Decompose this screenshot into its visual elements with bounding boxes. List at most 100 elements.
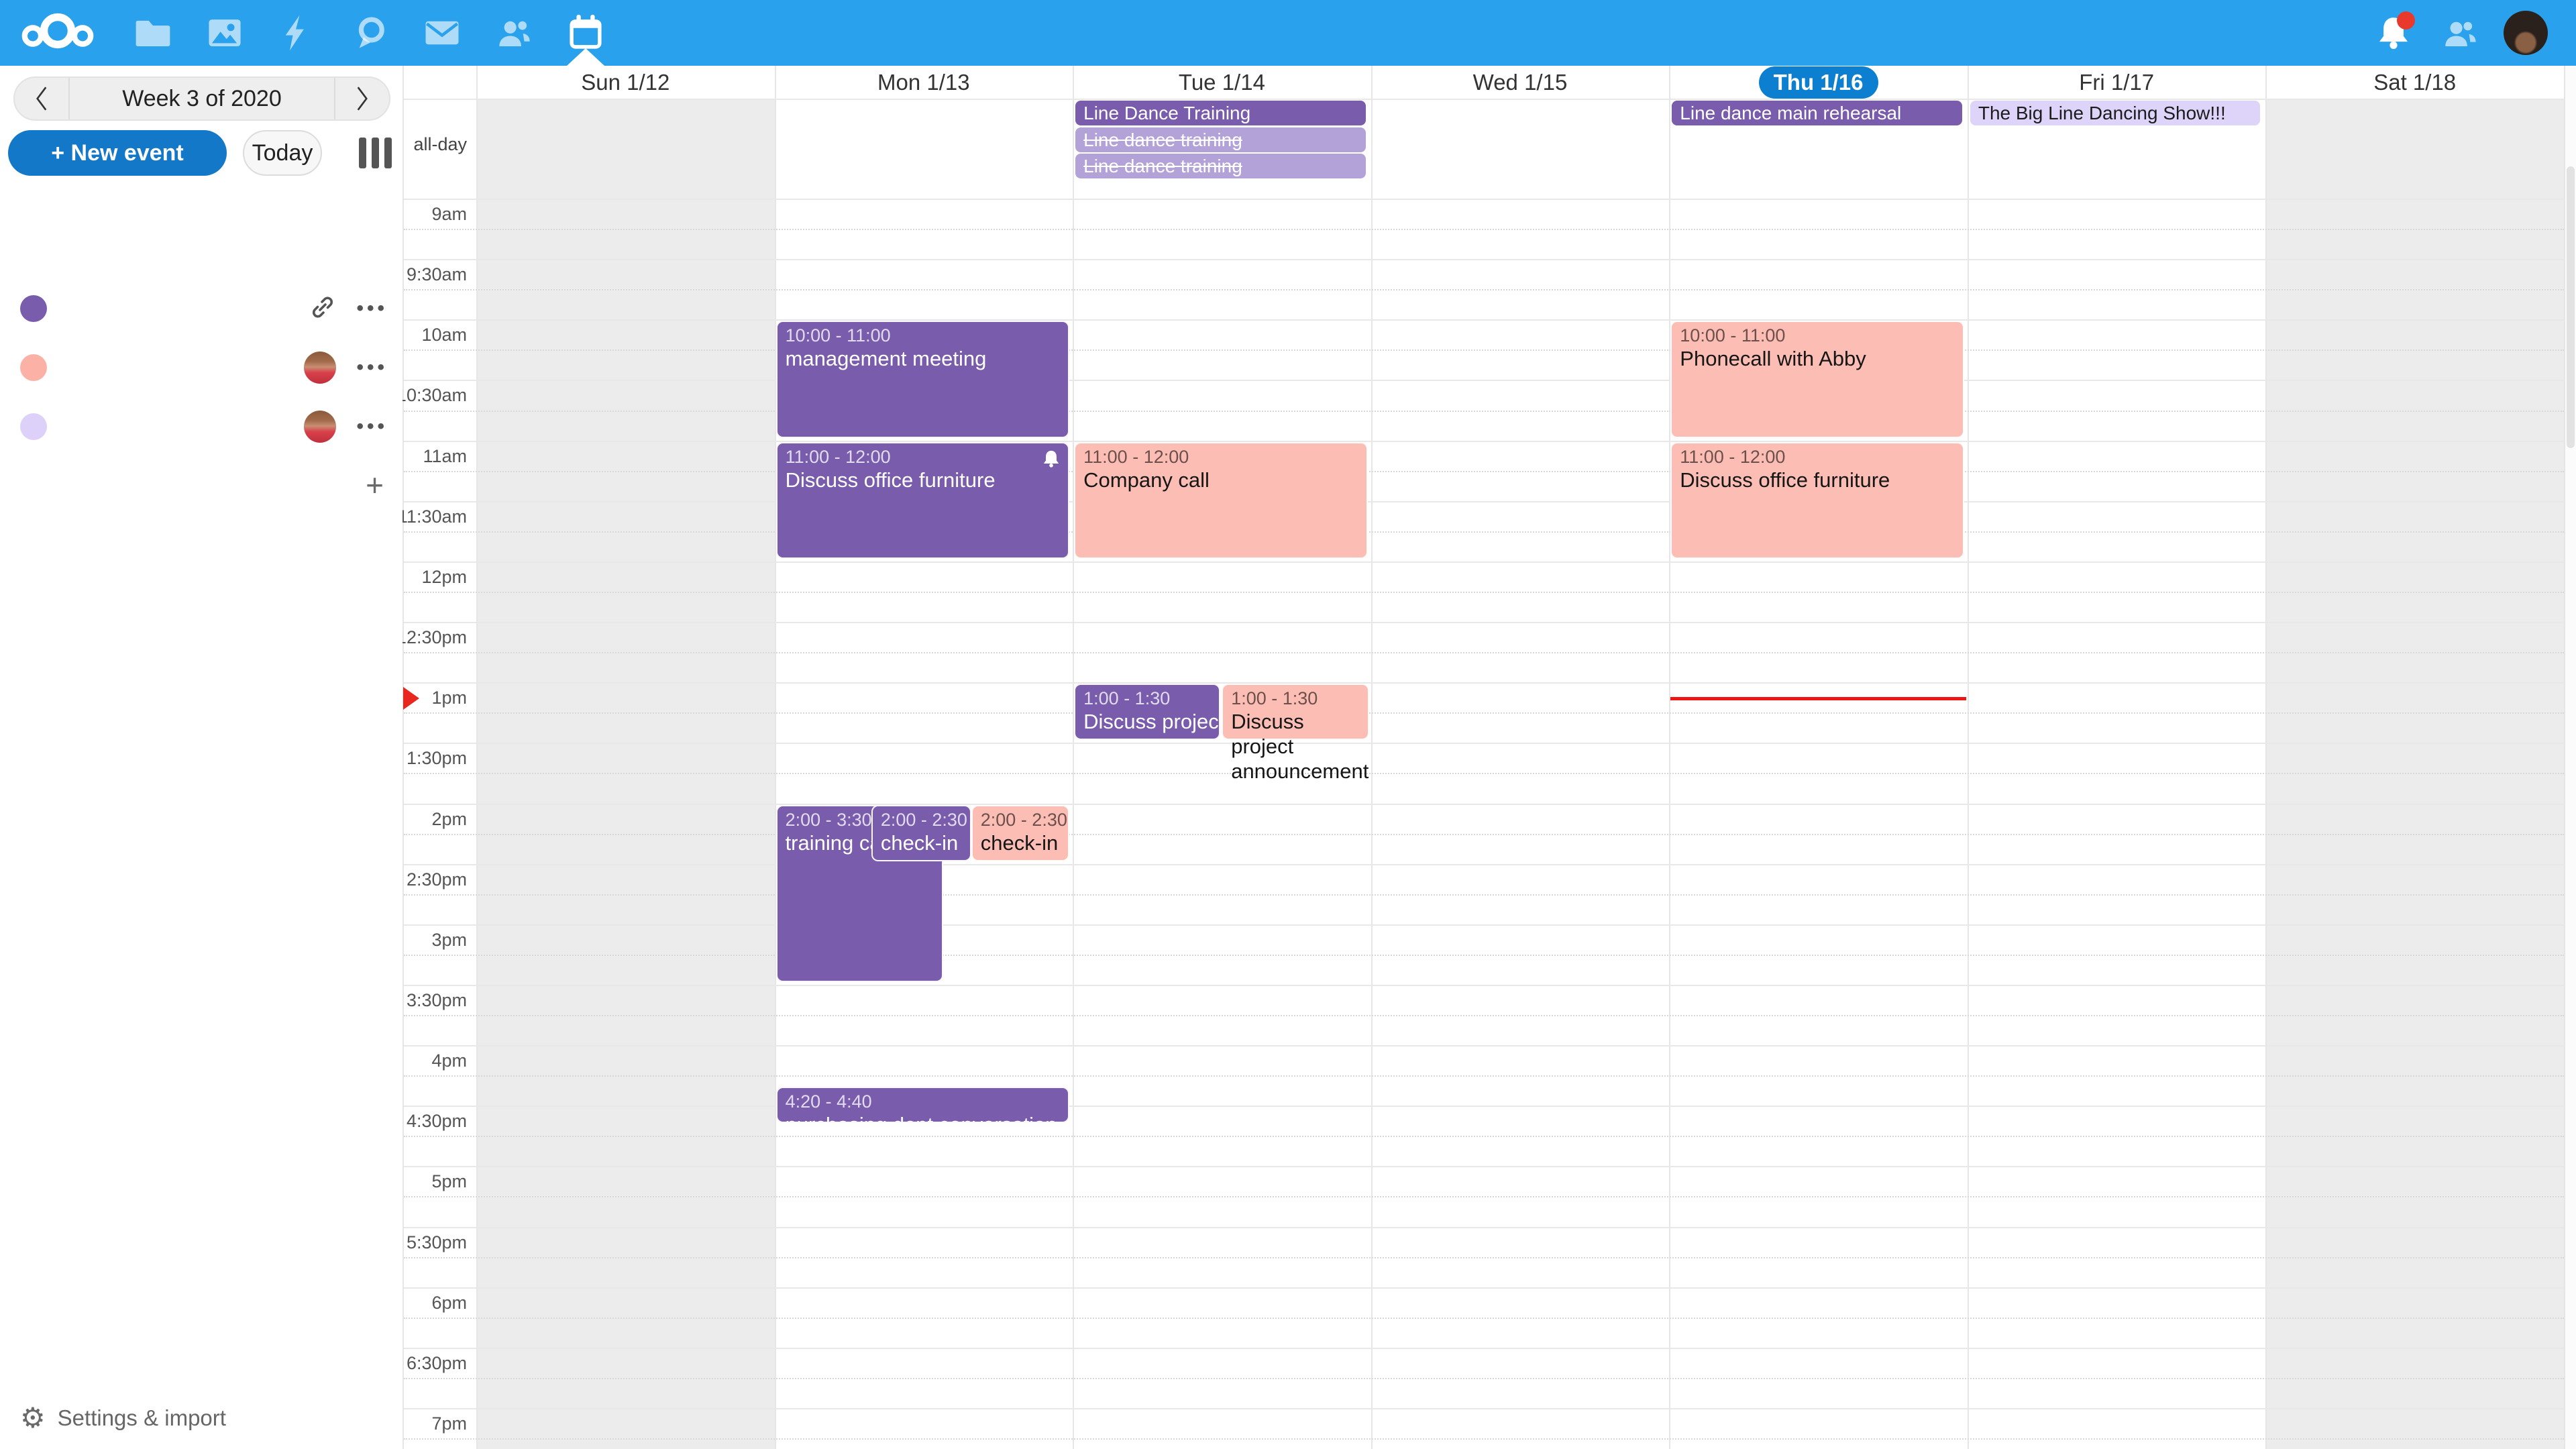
scrollbar[interactable]: [2565, 66, 2576, 1449]
half-hour-line: [404, 501, 2564, 502]
quarter-hour-line: [404, 531, 2564, 533]
contacts-app-icon[interactable]: [495, 13, 534, 52]
calendar-actions-menu-icon[interactable]: •••: [356, 411, 388, 443]
notifications-bell-icon[interactable]: [2375, 14, 2412, 52]
calendar-event[interactable]: 11:00 - 12:00Company call: [1074, 442, 1367, 559]
previous-week-button[interactable]: [15, 78, 68, 119]
active-app-caret: [567, 48, 604, 66]
day-header[interactable]: Wed 1/15: [1371, 66, 1670, 99]
day-header[interactable]: Mon 1/13: [775, 66, 1073, 99]
mail-app-icon[interactable]: [423, 13, 462, 52]
talk-app-icon[interactable]: [351, 13, 390, 52]
quarter-hour-line: [404, 712, 2564, 714]
all-day-event[interactable]: Line dance training: [1075, 127, 1366, 152]
quarter-hour-line: [404, 834, 2564, 835]
quarter-hour-line: [404, 955, 2564, 956]
calendar-actions-menu-icon[interactable]: •••: [356, 352, 388, 384]
current-time-line: [1670, 697, 1966, 700]
event-title: Discuss project announcement: [1231, 709, 1360, 784]
event-title: Discuss project announcement: [1083, 709, 1211, 734]
day-date-label: Mon 1/13: [877, 70, 970, 95]
quarter-hour-line: [404, 1136, 2564, 1137]
settings-and-import[interactable]: ⚙ Settings & import: [0, 1402, 402, 1434]
day-header[interactable]: Tue 1/14: [1073, 66, 1371, 99]
event-title: purchasing dept conversation: [786, 1112, 1060, 1123]
half-hour-line: [404, 985, 2564, 986]
plus-icon[interactable]: +: [366, 470, 384, 500]
grid-vertical-line: [775, 66, 776, 1449]
user-avatar[interactable]: [2504, 11, 2548, 55]
new-event-button[interactable]: + New event: [8, 130, 227, 176]
half-hour-line: [404, 924, 2564, 926]
event-title: Discuss office furniture: [786, 468, 1060, 492]
half-hour-line: [404, 441, 2564, 442]
settings-label: Settings & import: [58, 1405, 226, 1431]
week-view-switcher-icon[interactable]: [350, 130, 400, 176]
calendar-event[interactable]: 10:00 - 11:00management meeting: [776, 321, 1069, 437]
event-title: management meeting: [786, 346, 1060, 371]
calendar-event[interactable]: 10:00 - 11:00Phonecall with Abby: [1670, 321, 1964, 437]
today-button[interactable]: Today: [243, 130, 322, 176]
calendar-sidebar: Week 3 of 2020 + New event Today •••••••…: [0, 66, 402, 1449]
day-header[interactable]: Thu 1/16: [1669, 66, 1968, 99]
quarter-hour-line: [404, 773, 2564, 774]
day-date-label: Wed 1/15: [1473, 70, 1568, 95]
calendar-event[interactable]: 2:00 - 2:30check-in: [971, 805, 1070, 861]
half-hour-line: [404, 1408, 2564, 1409]
nextcloud-logo-icon[interactable]: [20, 13, 95, 53]
event-title: check-in: [981, 830, 1061, 855]
half-hour-line: [404, 1287, 2564, 1289]
gear-icon: ⚙: [20, 1403, 46, 1433]
calendar-actions-menu-icon[interactable]: •••: [356, 292, 388, 325]
grid-vertical-line: [1073, 66, 1074, 1449]
quarter-hour-line: [404, 1075, 2564, 1077]
half-hour-line: [404, 864, 2564, 865]
grid-vertical-line: [1669, 66, 1670, 1449]
current-time-arrow-icon: [403, 687, 419, 710]
all-day-event[interactable]: The Big Line Dancing Show!!!: [1970, 101, 2261, 125]
activity-app-icon[interactable]: [277, 13, 316, 52]
day-header[interactable]: Fri 1/17: [1968, 66, 2266, 99]
quarter-hour-line: [404, 1196, 2564, 1197]
new-calendar-button[interactable]: +: [0, 456, 402, 514]
day-header[interactable]: Sun 1/12: [476, 66, 775, 99]
files-app-icon[interactable]: [133, 13, 172, 52]
calendar-event[interactable]: 4:20 - 4:40purchasing dept conversation: [776, 1087, 1069, 1123]
grid-vertical-line: [1968, 66, 1969, 1449]
day-header[interactable]: Sat 1/18: [2265, 66, 2564, 99]
half-hour-line: [404, 199, 2564, 200]
quarter-hour-line: [404, 1378, 2564, 1379]
calendar-event[interactable]: 11:00 - 12:00Discuss office furniture: [776, 442, 1069, 559]
calendar-list-item[interactable]: •••: [0, 397, 402, 456]
all-day-event[interactable]: Line dance training: [1075, 154, 1366, 178]
calendar-list: ••• ••• ••• +: [0, 279, 402, 514]
event-time: 4:20 - 4:40: [786, 1091, 1060, 1112]
all-day-event-title: Line dance main rehearsal: [1680, 103, 1901, 123]
event-time: 10:00 - 11:00: [786, 325, 1060, 346]
quarter-hour-line: [404, 471, 2564, 472]
grid-vertical-line: [1371, 66, 1373, 1449]
half-hour-line: [404, 561, 2564, 563]
event-time: 10:00 - 11:00: [1680, 325, 1954, 346]
calendar-app-icon[interactable]: [566, 13, 605, 52]
event-time: 1:00 - 1:30: [1083, 688, 1211, 709]
calendar-list-item[interactable]: •••: [0, 338, 402, 397]
event-time: 11:00 - 12:00: [786, 446, 1060, 468]
quarter-hour-line: [404, 1257, 2564, 1258]
notification-badge: [2397, 11, 2415, 30]
all-day-event[interactable]: Line Dance Training: [1075, 101, 1366, 125]
event-title: Company call: [1083, 468, 1358, 492]
contacts-menu-icon[interactable]: [2440, 13, 2479, 52]
next-week-button[interactable]: [335, 78, 389, 119]
quarter-hour-line: [404, 229, 2564, 230]
calendar-event[interactable]: 1:00 - 1:30Discuss project announcement: [1222, 684, 1369, 740]
calendar-event[interactable]: 1:00 - 1:30Discuss project announcement: [1074, 684, 1220, 740]
calendar-event[interactable]: 2:00 - 2:30check-in: [871, 805, 971, 861]
calendar-list-item[interactable]: •••: [0, 279, 402, 338]
scrollbar-thumb[interactable]: [2567, 166, 2575, 448]
photos-app-icon[interactable]: [205, 13, 244, 52]
calendar-event[interactable]: 11:00 - 12:00Discuss office furniture: [1670, 442, 1964, 559]
share-link-icon[interactable]: [309, 294, 336, 324]
quarter-hour-line: [404, 411, 2564, 412]
all-day-event[interactable]: Line dance main rehearsal: [1672, 101, 1962, 125]
